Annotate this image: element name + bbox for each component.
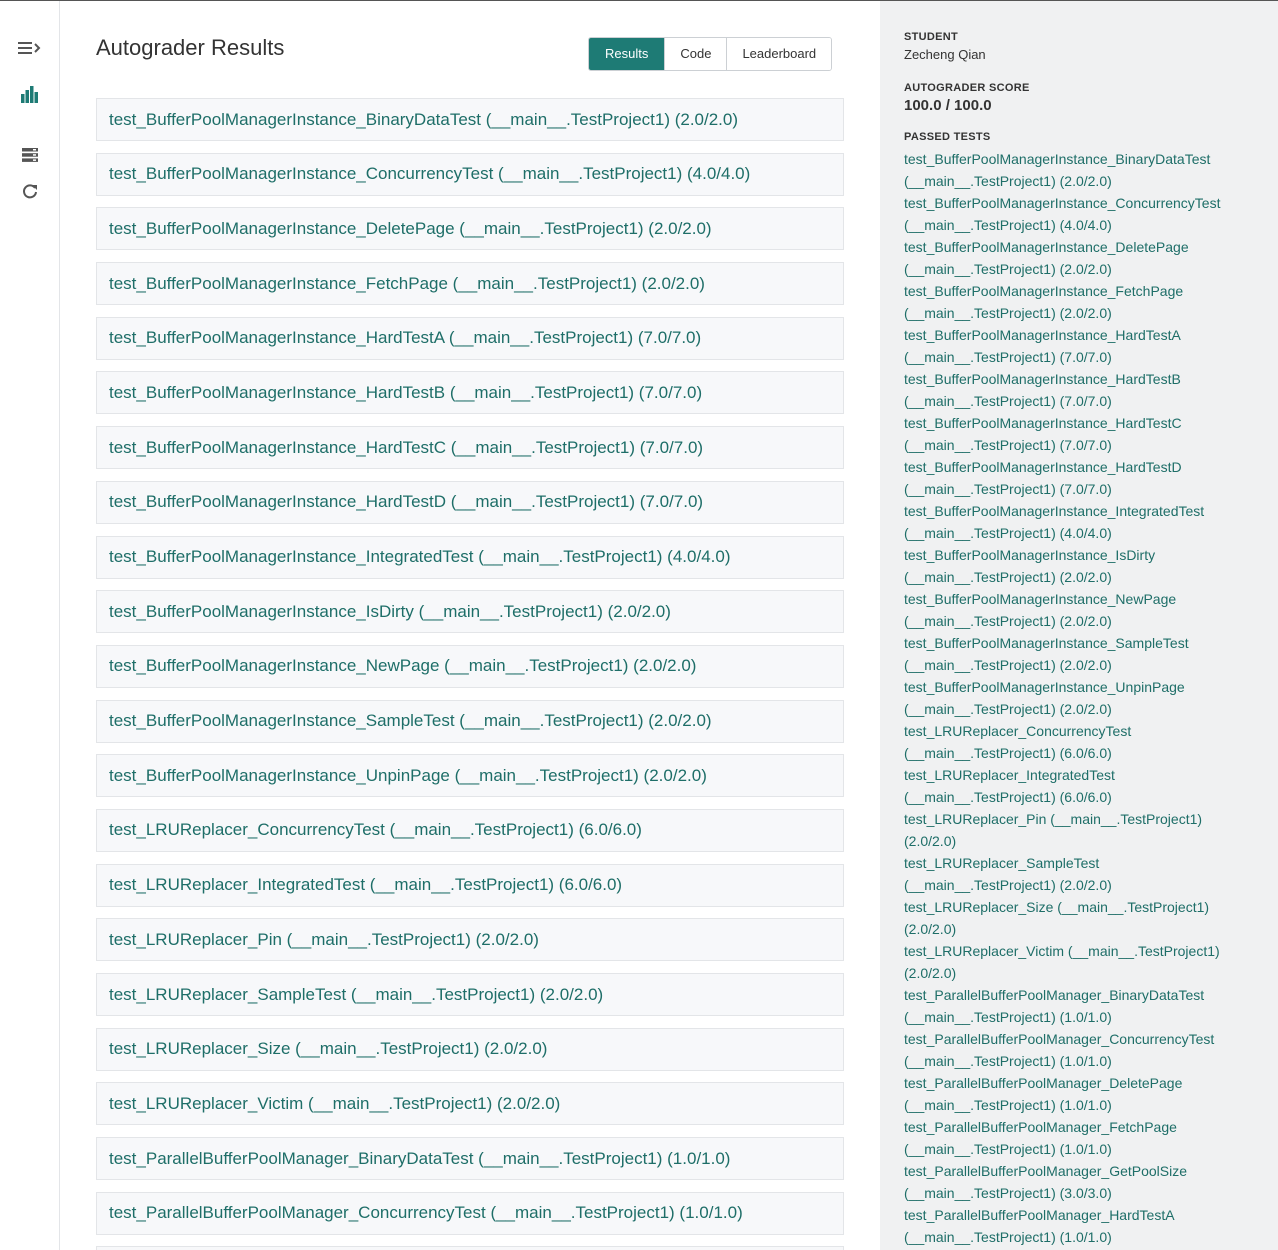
test-result-row[interactable]: test_BufferPoolManagerInstance_FetchPage… [96,262,844,306]
test-result-row[interactable]: test_ParallelBufferPoolManager_Concurren… [96,1191,844,1235]
view-tabs: Results Code Leaderboard [588,37,833,71]
passed-test-link[interactable]: (__main__.TestProject1) (7.0/7.0) [904,478,1266,500]
summary-sidebar: STUDENT Zecheng Qian AUTOGRADER SCORE 10… [880,1,1278,1250]
tab-code[interactable]: Code [664,38,727,70]
test-result-row[interactable]: test_BufferPoolManagerInstance_IsDirty (… [96,590,844,634]
test-result-row[interactable]: test_LRUReplacer_IntegratedTest (__main_… [96,863,844,907]
passed-test-link[interactable]: (__main__.TestProject1) (7.0/7.0) [904,346,1266,368]
passed-test-link[interactable]: test_BufferPoolManagerInstance_HardTestC [904,412,1266,434]
test-result-row[interactable]: test_BufferPoolManagerInstance_DeletePag… [96,207,844,251]
test-results-list: test_BufferPoolManagerInstance_BinaryDat… [96,98,844,1250]
test-result-row[interactable]: test_LRUReplacer_Pin (__main__.TestProje… [96,918,844,962]
test-result-row[interactable]: test_LRUReplacer_SampleTest (__main__.Te… [96,973,844,1016]
passed-test-link[interactable]: (__main__.TestProject1) (7.0/7.0) [904,390,1266,412]
tab-leaderboard[interactable]: Leaderboard [726,38,832,70]
passed-test-link[interactable]: (__main__.TestProject1) (2.0/2.0) [904,302,1266,324]
test-result-row[interactable]: test_BufferPoolManagerInstance_HardTestB… [96,371,844,415]
test-result-row[interactable]: test_BufferPoolManagerInstance_Concurren… [96,152,844,196]
passed-test-link[interactable]: test_BufferPoolManagerInstance_Concurren… [904,192,1266,214]
test-result-row[interactable]: test_ParallelBufferPoolManager_BinaryDat… [96,1137,844,1181]
passed-test-link[interactable]: (2.0/2.0) [904,918,1266,940]
passed-test-link[interactable]: (__main__.TestProject1) (2.0/2.0) [904,610,1266,632]
test-result-row[interactable]: test_BufferPoolManagerInstance_HardTestC… [96,426,844,470]
passed-test-link[interactable]: test_LRUReplacer_ConcurrencyTest [904,720,1266,742]
passed-tests-label: PASSED TESTS [904,131,991,143]
passed-test-link[interactable]: test_ParallelBufferPoolManager_FetchPage [904,1116,1266,1138]
passed-test-link[interactable]: (__main__.TestProject1) (2.0/2.0) [904,698,1266,720]
passed-test-link[interactable]: (__main__.TestProject1) (1.0/1.0) [904,1226,1266,1248]
page-title: Autograder Results [96,35,285,60]
passed-test-link[interactable]: (__main__.TestProject1) (4.0/4.0) [904,522,1266,544]
passed-test-link[interactable]: test_BufferPoolManagerInstance_IsDirty [904,544,1266,566]
passed-test-link[interactable]: test_BufferPoolManagerInstance_HardTestB [904,368,1266,390]
score-value: 100.0 / 100.0 [904,97,992,114]
passed-test-link[interactable]: test_BufferPoolManagerInstance_FetchPage [904,280,1266,302]
student-name: Zecheng Qian [904,47,986,62]
passed-test-link[interactable]: (__main__.TestProject1) (1.0/1.0) [904,1138,1266,1160]
passed-test-link[interactable]: (__main__.TestProject1) (1.0/1.0) [904,1006,1266,1028]
main-content: Autograder Results Results Code Leaderbo… [60,1,880,1250]
passed-test-link[interactable]: (__main__.TestProject1) (1.0/1.0) [904,1094,1266,1116]
bar-chart-icon [20,85,40,108]
passed-tests-list: test_BufferPoolManagerInstance_BinaryDat… [904,148,1266,1248]
results-nav-button[interactable] [0,82,59,110]
submissions-nav-button[interactable] [0,143,59,171]
passed-test-link[interactable]: (__main__.TestProject1) (4.0/4.0) [904,214,1266,236]
passed-test-link[interactable]: test_LRUReplacer_SampleTest [904,852,1266,874]
passed-test-link[interactable]: test_ParallelBufferPoolManager_BinaryDat… [904,984,1266,1006]
passed-test-link[interactable]: (__main__.TestProject1) (2.0/2.0) [904,874,1266,896]
passed-test-link[interactable]: (__main__.TestProject1) (7.0/7.0) [904,434,1266,456]
passed-test-link[interactable]: test_LRUReplacer_Pin (__main__.TestProje… [904,808,1266,830]
test-result-row[interactable]: test_BufferPoolManagerInstance_Integrate… [96,535,844,579]
rerun-nav-button[interactable] [0,180,59,208]
passed-test-link[interactable]: (__main__.TestProject1) (6.0/6.0) [904,742,1266,764]
test-result-row[interactable]: test_LRUReplacer_Victim (__main__.TestPr… [96,1082,844,1126]
passed-test-link[interactable]: test_ParallelBufferPoolManager_HardTestA [904,1204,1266,1226]
passed-test-link[interactable]: (__main__.TestProject1) (6.0/6.0) [904,786,1266,808]
passed-test-link[interactable]: test_LRUReplacer_Size (__main__.TestProj… [904,896,1266,918]
passed-test-link[interactable]: (2.0/2.0) [904,830,1266,852]
test-result-row[interactable] [96,1246,844,1250]
test-result-row[interactable]: test_BufferPoolManagerInstance_SampleTes… [96,699,844,743]
test-result-row[interactable]: test_LRUReplacer_ConcurrencyTest (__main… [96,808,844,852]
passed-test-link[interactable]: test_LRUReplacer_IntegratedTest [904,764,1266,786]
passed-test-link[interactable]: test_BufferPoolManagerInstance_Integrate… [904,500,1266,522]
refresh-icon [21,183,39,206]
passed-test-link[interactable]: (__main__.TestProject1) (2.0/2.0) [904,170,1266,192]
student-label: STUDENT [904,31,959,43]
passed-test-link[interactable]: (__main__.TestProject1) (1.0/1.0) [904,1050,1266,1072]
test-result-row[interactable]: test_BufferPoolManagerInstance_BinaryDat… [96,98,844,141]
passed-test-link[interactable]: (2.0/2.0) [904,962,1266,984]
passed-test-link[interactable]: (__main__.TestProject1) (2.0/2.0) [904,258,1266,280]
passed-test-link[interactable]: test_BufferPoolManagerInstance_UnpinPage [904,676,1266,698]
passed-test-link[interactable]: test_BufferPoolManagerInstance_HardTestD [904,456,1266,478]
list-icon [21,147,39,168]
menu-expand-button[interactable] [0,36,59,64]
test-result-row[interactable]: test_BufferPoolManagerInstance_UnpinPage… [96,754,844,798]
test-result-row[interactable]: test_LRUReplacer_Size (__main__.TestProj… [96,1027,844,1071]
tab-results[interactable]: Results [589,38,665,70]
passed-test-link[interactable]: test_ParallelBufferPoolManager_DeletePag… [904,1072,1266,1094]
passed-test-link[interactable]: (__main__.TestProject1) (2.0/2.0) [904,654,1266,676]
passed-test-link[interactable]: (__main__.TestProject1) (3.0/3.0) [904,1182,1266,1204]
passed-test-link[interactable]: test_ParallelBufferPoolManager_GetPoolSi… [904,1160,1266,1182]
test-result-row[interactable]: test_BufferPoolManagerInstance_NewPage (… [96,644,844,688]
passed-test-link[interactable]: test_ParallelBufferPoolManager_Concurren… [904,1028,1266,1050]
passed-test-link[interactable]: test_BufferPoolManagerInstance_HardTestA [904,324,1266,346]
left-nav [0,1,60,1250]
score-label: AUTOGRADER SCORE [904,82,1030,94]
passed-test-link[interactable]: test_BufferPoolManagerInstance_SampleTes… [904,632,1266,654]
passed-test-link[interactable]: (__main__.TestProject1) (2.0/2.0) [904,566,1266,588]
passed-test-link[interactable]: test_BufferPoolManagerInstance_NewPage [904,588,1266,610]
passed-test-link[interactable]: test_BufferPoolManagerInstance_BinaryDat… [904,148,1266,170]
passed-test-link[interactable]: test_BufferPoolManagerInstance_DeletePag… [904,236,1266,258]
test-result-row[interactable]: test_BufferPoolManagerInstance_HardTestD… [96,480,844,524]
test-result-row[interactable]: test_BufferPoolManagerInstance_HardTestA… [96,316,844,360]
passed-test-link[interactable]: test_LRUReplacer_Victim (__main__.TestPr… [904,940,1266,962]
menu-expand-icon [17,40,43,61]
